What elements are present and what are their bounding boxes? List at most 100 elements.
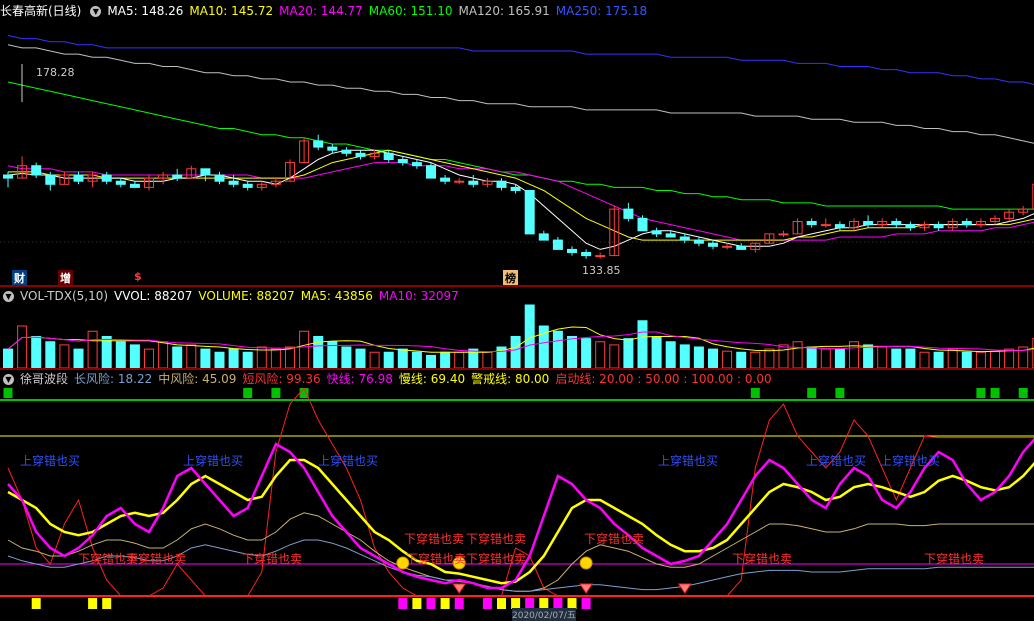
volume-bar xyxy=(510,336,521,368)
ma5-line xyxy=(7,149,1034,250)
candle-body xyxy=(31,165,42,176)
high-price-label: 178.28 xyxy=(36,66,75,79)
candle-body xyxy=(129,183,140,188)
volume-bar xyxy=(990,350,1000,368)
volume-bar xyxy=(200,348,211,368)
slow-line-label: 慢线: 69.40 xyxy=(398,372,466,386)
volume-bar xyxy=(708,348,718,368)
volume-bar xyxy=(242,351,253,368)
volume-bar xyxy=(214,351,225,368)
candle-body xyxy=(242,183,253,188)
signal-bar xyxy=(102,598,112,609)
top-band-marker xyxy=(243,388,253,398)
candle-body xyxy=(468,180,479,185)
volume-bar xyxy=(144,348,154,368)
volume-bar xyxy=(778,344,789,368)
candle-body xyxy=(454,180,465,183)
candle-body xyxy=(228,180,239,185)
diamond-icon xyxy=(579,583,594,594)
dividend-marker[interactable]: $ xyxy=(134,270,142,283)
volume-bar xyxy=(792,341,803,368)
volume-bar xyxy=(172,346,183,368)
volume-bar xyxy=(693,346,704,368)
candle-body xyxy=(736,245,747,250)
smile-icon xyxy=(579,556,593,570)
top-band-marker xyxy=(750,388,760,398)
candle-body xyxy=(665,233,676,238)
buy-signal-label: 上穿错也买 xyxy=(880,454,941,468)
candle-body xyxy=(552,239,563,250)
volume-bar xyxy=(101,336,112,368)
volume-bar xyxy=(665,341,676,368)
signal-bar xyxy=(497,598,506,609)
diamond-icon xyxy=(677,583,692,594)
candle-body xyxy=(411,162,422,167)
candle-body xyxy=(567,248,577,253)
volume-bar xyxy=(369,351,380,368)
candle-body xyxy=(679,236,690,241)
candle-body xyxy=(693,239,704,244)
candle-body xyxy=(933,224,944,229)
volume-bar xyxy=(73,348,84,368)
volume-bar xyxy=(891,348,902,368)
volume-bar xyxy=(609,344,620,368)
candle-body xyxy=(637,217,648,232)
candle-body xyxy=(355,152,366,157)
sell-signal-label: 下穿错也卖 xyxy=(406,552,467,566)
volume-bar xyxy=(679,344,690,368)
signal-bar xyxy=(31,598,41,609)
sell-signal-label: 下穿错也卖 xyxy=(466,532,527,546)
volume-bar xyxy=(651,336,662,368)
volume-bar xyxy=(637,320,648,368)
candle-body xyxy=(383,152,394,161)
collapse-icon[interactable]: ▼ xyxy=(3,374,14,385)
short-risk-label: 短风险: 99.36 xyxy=(242,372,321,386)
sell-signal-label: 下穿错也卖 xyxy=(732,552,793,566)
list-marker[interactable]: 榜 xyxy=(503,270,518,286)
sell-signal-label: 下穿错也卖 xyxy=(584,532,645,546)
volume-bar xyxy=(115,341,126,368)
volume-bar xyxy=(397,348,408,368)
candle-body xyxy=(73,174,84,182)
signal-bar xyxy=(440,598,450,609)
volume-bar xyxy=(736,351,747,368)
price-chart[interactable]: 178.28 133.85 xyxy=(0,0,1034,285)
buy-signal-label: 上穿错也买 xyxy=(318,454,379,468)
top-band-marker xyxy=(1018,388,1028,398)
increase-marker[interactable]: 增 xyxy=(58,270,73,286)
volume-bar xyxy=(820,348,831,368)
wave-chart[interactable] xyxy=(0,388,1034,618)
panel-divider xyxy=(0,368,1034,370)
ma20-line xyxy=(7,162,1034,241)
buy-signal-label: 上穿错也买 xyxy=(183,454,244,468)
candle-body xyxy=(313,140,324,148)
sell-signal-label: 下穿错也卖 xyxy=(924,552,985,566)
finance-marker[interactable]: 财 xyxy=(12,270,27,286)
volume-bar xyxy=(285,346,295,368)
candle-body xyxy=(101,174,112,182)
wave-panel-header: ▼ 徐哥波段 长风险: 18.22 中风险: 45.09 短风险: 99.36 快线: 7… xyxy=(0,371,778,387)
candle-body xyxy=(595,255,606,258)
ma10-line xyxy=(8,149,1034,241)
volume-bar xyxy=(482,351,493,368)
buy-signal-label: 上穿错也买 xyxy=(806,454,867,468)
buy-signal-label: 上穿错也买 xyxy=(20,454,81,468)
candle-body xyxy=(905,224,916,229)
volume-bar xyxy=(383,351,394,368)
top-band-marker xyxy=(835,388,845,398)
candle-body xyxy=(778,233,789,236)
volume-bar xyxy=(919,351,930,368)
sell-signal-label: 下穿错也卖 xyxy=(404,532,465,546)
signal-bar xyxy=(398,598,408,609)
candle-body xyxy=(891,221,902,226)
candle-body xyxy=(524,190,535,235)
volume-bar xyxy=(722,350,733,368)
volume-bar xyxy=(411,351,422,368)
candle-body xyxy=(115,180,126,185)
panel-divider xyxy=(0,285,1034,287)
wave-title: 徐哥波段 xyxy=(20,372,69,386)
candle-body xyxy=(397,159,408,164)
volume-chart[interactable] xyxy=(0,288,1034,368)
vol-ma10-line xyxy=(7,331,1034,353)
volume-bar xyxy=(3,348,13,368)
